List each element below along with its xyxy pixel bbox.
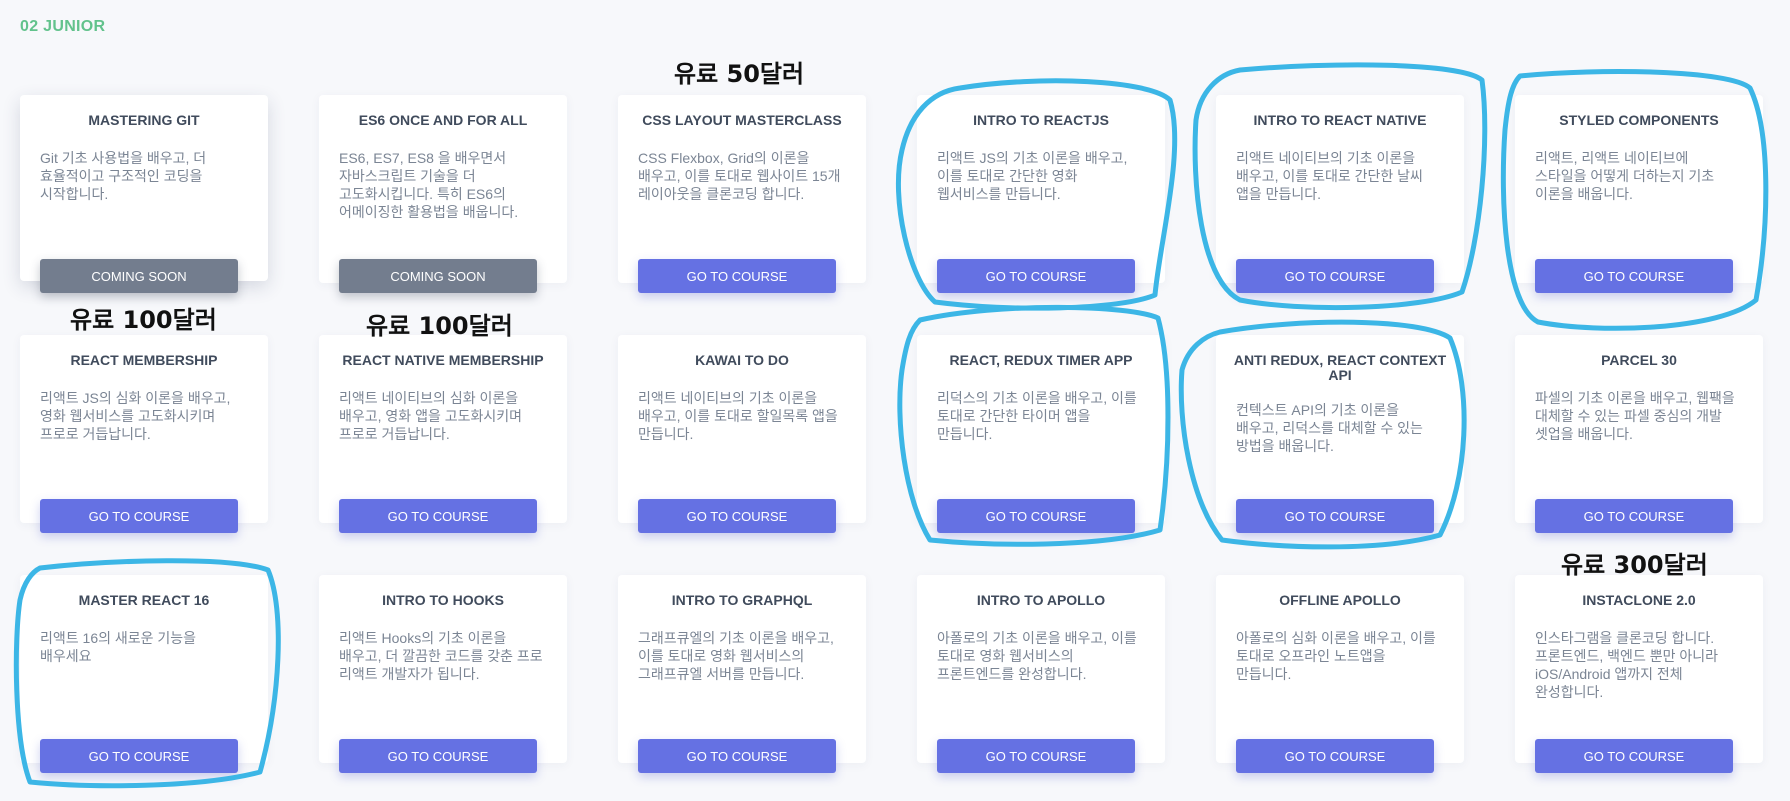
course-card-intro-graphql: INTRO TO GRAPHQL 그래프큐엘의 기초 이론을 배우고, 이를 토…	[618, 575, 866, 773]
course-description: CSS Flexbox, Grid의 이론을 배우고, 이를 토대로 웹사이트 …	[638, 150, 841, 202]
course-title: KAWAI TO DO	[695, 352, 789, 368]
go-to-course-button[interactable]: GO TO COURSE	[40, 499, 238, 533]
price-annotation-100-react-native-membership: 유료 100달러	[366, 312, 513, 340]
go-to-course-button[interactable]: GO TO COURSE	[339, 739, 537, 773]
course-card-styled-components: STYLED COMPONENTS 리액트, 리액트 네이티브에 스타일을 어떻…	[1515, 95, 1763, 293]
course-card-react-membership: REACT MEMBERSHIP 리액트 JS의 심화 이론을 배우고, 영화 …	[20, 335, 268, 533]
coming-soon-button[interactable]: COMING SOON	[40, 259, 238, 293]
course-title: INTRO TO GRAPHQL	[671, 592, 813, 608]
course-card-intro-apollo: INTRO TO APOLLO 아폴로의 기초 이론을 배우고, 이를 토대로 …	[917, 575, 1165, 773]
course-title: INTRO TO HOOKS	[382, 592, 504, 608]
course-description: 인스타그램을 클론코딩 합니다. 프론트엔드, 백엔드 뿐만 아니라 iOS/A…	[1535, 630, 1718, 700]
course-card-parcel: PARCEL 30 파셀의 기초 이론을 배우고, 웹팩을 대체할 수 있는 파…	[1515, 335, 1763, 533]
course-card-es6: ES6 ONCE AND FOR ALL ES6, ES7, ES8 을 배우면…	[319, 95, 567, 293]
coming-soon-button[interactable]: COMING SOON	[339, 259, 537, 293]
course-title: PARCEL 30	[1601, 352, 1677, 368]
go-to-course-button[interactable]: GO TO COURSE	[1236, 739, 1434, 773]
course-description: Git 기초 사용법을 배우고, 더 효율적이고 구조적인 코딩을 시작합니다.	[40, 150, 207, 202]
course-description: 리덕스의 기초 이론을 배우고, 이를 토대로 간단한 타이머 앱을 만듭니다.	[937, 390, 1137, 442]
go-to-course-button[interactable]: GO TO COURSE	[638, 259, 836, 293]
course-title: ES6 ONCE AND FOR ALL	[358, 112, 528, 128]
course-title: REACT MEMBERSHIP	[70, 352, 218, 368]
course-description: 리액트 16의 새로운 기능을 배우세요	[40, 630, 197, 664]
go-to-course-button[interactable]: GO TO COURSE	[638, 739, 836, 773]
go-to-course-button[interactable]: GO TO COURSE	[40, 739, 238, 773]
course-description: 아폴로의 기초 이론을 배우고, 이를 토대로 영화 웹서비스의 프론트엔드를 …	[937, 630, 1137, 682]
course-title: CSS LAYOUT MASTERCLASS	[642, 112, 842, 128]
course-card-instaclone: INSTACLONE 2.0 인스타그램을 클론코딩 합니다. 프론트엔드, 백…	[1515, 575, 1763, 773]
course-card-kawai-to-do: KAWAI TO DO 리액트 네이티브의 기초 이론을 배우고, 이를 토대로…	[618, 335, 866, 533]
go-to-course-button[interactable]: GO TO COURSE	[339, 499, 537, 533]
course-title: MASTER REACT 16	[78, 592, 210, 608]
course-title: INTRO TO APOLLO	[976, 592, 1106, 608]
course-title: ANTI REDUX, REACT CONTEXT API	[1233, 352, 1447, 383]
course-description: 리액트 Hooks의 기초 이론을 배우고, 더 깔끔한 코드를 갖춘 프로 리…	[339, 630, 543, 682]
course-title: REACT, REDUX TIMER APP	[949, 352, 1133, 368]
price-annotation-300: 유료 300달러	[1561, 551, 1708, 579]
course-card-react-native-membership: REACT NATIVE MEMBERSHIP 리액트 네이티브의 심화 이론을…	[319, 335, 567, 533]
course-card-master-react-16: MASTER REACT 16 리액트 16의 새로운 기능을 배우세요 GO …	[20, 575, 268, 773]
course-description: ES6, ES7, ES8 을 배우면서 자바스크립트 기술을 더 고도화시킵니…	[339, 150, 519, 220]
price-annotation-50: 유료 50달러	[674, 60, 805, 88]
go-to-course-button[interactable]: GO TO COURSE	[1535, 739, 1733, 773]
course-description: 컨텍스트 API의 기초 이론을 배우고, 리덕스를 대체할 수 있는 방법을 …	[1236, 402, 1423, 454]
course-title: OFFLINE APOLLO	[1279, 592, 1401, 608]
course-card-intro-reactjs: INTRO TO REACTJS 리액트 JS의 기초 이론을 배우고, 이를 …	[917, 95, 1165, 293]
course-card-css-layout: CSS LAYOUT MASTERCLASS CSS Flexbox, Grid…	[618, 95, 866, 293]
go-to-course-button[interactable]: GO TO COURSE	[937, 259, 1135, 293]
course-title: INTRO TO REACTJS	[973, 112, 1109, 128]
course-card-anti-redux: ANTI REDUX, REACT CONTEXT API 컨텍스트 API의 …	[1216, 335, 1464, 533]
course-description: 아폴로의 심화 이론을 배우고, 이를 토대로 오프라인 노트앱을 만듭니다.	[1236, 630, 1436, 682]
course-description: 파셀의 기초 이론을 배우고, 웹팩을 대체할 수 있는 파셀 중심의 개발 셋…	[1535, 390, 1735, 442]
course-description: 리액트 네이티브의 심화 이론을 배우고, 영화 앱을 고도화시키며 프로로 거…	[339, 390, 522, 442]
go-to-course-button[interactable]: GO TO COURSE	[937, 739, 1135, 773]
go-to-course-button[interactable]: GO TO COURSE	[937, 499, 1135, 533]
price-annotation-100-react-membership: 유료 100달러	[70, 306, 217, 334]
course-title: MASTERING GIT	[88, 112, 200, 128]
course-card-mastering-git: MASTERING GIT Git 기초 사용법을 배우고, 더 효율적이고 구…	[20, 95, 268, 293]
course-description: 리액트, 리액트 네이티브에 스타일을 어떻게 더하는지 기초 이론을 배웁니다…	[1535, 150, 1715, 202]
course-description: 리액트 네이티브의 기초 이론을 배우고, 이를 토대로 할일목록 앱을 만듭니…	[638, 390, 838, 442]
go-to-course-button[interactable]: GO TO COURSE	[638, 499, 836, 533]
course-title: REACT NATIVE MEMBERSHIP	[342, 352, 544, 368]
course-card-intro-react-native: INTRO TO REACT NATIVE 리액트 네이티브의 기초 이론을 배…	[1216, 95, 1464, 293]
course-title: INSTACLONE 2.0	[1582, 592, 1696, 608]
course-card-redux-timer: REACT, REDUX TIMER APP 리덕스의 기초 이론을 배우고, …	[917, 335, 1165, 533]
course-title: INTRO TO REACT NATIVE	[1253, 112, 1427, 128]
course-description: 리액트 JS의 심화 이론을 배우고, 영화 웹서비스를 고도화시키며 프로로 …	[40, 390, 231, 442]
section-label: 02 JUNIOR	[20, 18, 106, 35]
go-to-course-button[interactable]: GO TO COURSE	[1236, 259, 1434, 293]
course-card-offline-apollo: OFFLINE APOLLO 아폴로의 심화 이론을 배우고, 이를 토대로 오…	[1216, 575, 1464, 773]
course-card-intro-hooks: INTRO TO HOOKS 리액트 Hooks의 기초 이론을 배우고, 더 …	[319, 575, 567, 773]
course-description: 리액트 JS의 기초 이론을 배우고, 이를 토대로 간단한 영화 웹서비스를 …	[937, 150, 1128, 202]
course-description: 그래프큐엘의 기초 이론을 배우고, 이를 토대로 영화 웹서비스의 그래프큐엘…	[638, 630, 834, 682]
go-to-course-button[interactable]: GO TO COURSE	[1236, 499, 1434, 533]
course-description: 리액트 네이티브의 기초 이론을 배우고, 이를 토대로 간단한 날씨 앱을 만…	[1236, 150, 1423, 202]
course-title: STYLED COMPONENTS	[1559, 112, 1719, 128]
go-to-course-button[interactable]: GO TO COURSE	[1535, 259, 1733, 293]
go-to-course-button[interactable]: GO TO COURSE	[1535, 499, 1733, 533]
